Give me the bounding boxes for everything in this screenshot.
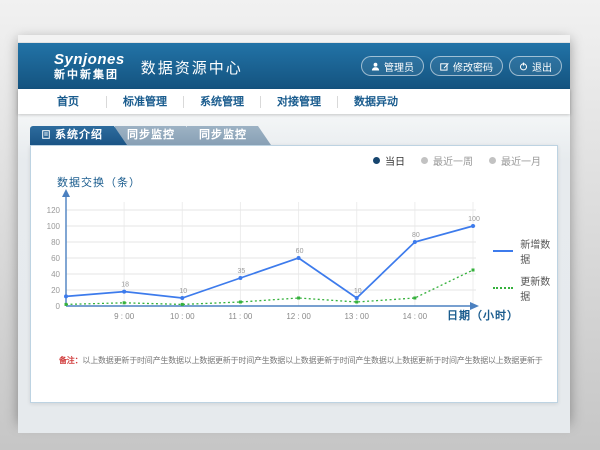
- svg-text:60: 60: [51, 254, 60, 263]
- window-top-strip: [18, 35, 570, 43]
- radio-last-month[interactable]: 最近一月: [489, 153, 541, 168]
- svg-text:18: 18: [121, 282, 129, 289]
- svg-text:10: 10: [179, 288, 187, 295]
- change-password-button[interactable]: 修改密码: [430, 56, 503, 76]
- document-icon: [42, 127, 50, 146]
- svg-text:35: 35: [238, 268, 246, 275]
- chart-panel: 0 20 40 60 80 100 120 9 : 00 10 : 00 11 : 00 12 : …: [30, 145, 558, 403]
- radio-today-label: 当日: [385, 153, 405, 168]
- dotted-line-sample-icon: [493, 287, 513, 289]
- tab-bar: 系统介绍 同步监控 同步监控: [30, 126, 570, 145]
- svg-text:60: 60: [296, 248, 304, 255]
- svg-text:11 : 00: 11 : 00: [228, 312, 252, 321]
- header-actions: 管理员 修改密码 退出: [361, 56, 562, 76]
- user-icon: [371, 62, 380, 71]
- change-password-label: 修改密码: [453, 59, 493, 74]
- legend-item-updated-data: 更新数据: [493, 273, 557, 303]
- nav-item-standard-mgmt[interactable]: 标准管理: [107, 96, 184, 108]
- svg-text:12 : 00: 12 : 00: [286, 312, 311, 321]
- legend-label: 新增数据: [520, 236, 557, 266]
- legend-item-new-data: 新增数据: [493, 236, 557, 266]
- logo-subtitle: 新中新集团: [54, 70, 125, 81]
- radio-dot-icon: [489, 157, 496, 164]
- footnote-prefix: 备注：: [59, 356, 82, 365]
- desktop-background: { "header": { "logo_name": "Synjones", "…: [0, 0, 600, 450]
- time-range-filter: 当日 最近一周 最近一月: [373, 153, 541, 168]
- radio-last-week[interactable]: 最近一周: [421, 153, 473, 168]
- footnote: 备注：以上数据更新于时间产生数据以上数据更新于时间产生数据以上数据更新于时间产生…: [59, 355, 553, 366]
- tab-label: 同步监控: [127, 129, 175, 141]
- admin-user-label: 管理员: [384, 59, 414, 74]
- svg-text:120: 120: [47, 206, 61, 215]
- logo-name: Synjones: [54, 52, 125, 67]
- svg-text:20: 20: [51, 286, 60, 295]
- radio-last-week-label: 最近一周: [433, 153, 473, 168]
- svg-text:100: 100: [47, 222, 61, 231]
- radio-dot-icon: [421, 157, 428, 164]
- tab-label: 同步监控: [199, 129, 247, 141]
- svg-text:40: 40: [51, 270, 60, 279]
- tab-sync-monitor-2[interactable]: 同步监控: [187, 126, 271, 145]
- svg-text:10 : 00: 10 : 00: [170, 312, 195, 321]
- main-nav: 首页 标准管理 系统管理 对接管理 数据异动: [18, 89, 570, 114]
- svg-text:80: 80: [51, 238, 60, 247]
- legend-label: 更新数据: [520, 273, 557, 303]
- svg-text:10: 10: [354, 288, 362, 295]
- svg-text:13 : 00: 13 : 00: [344, 312, 369, 321]
- power-icon: [519, 62, 528, 71]
- nav-item-system-mgmt[interactable]: 系统管理: [184, 96, 261, 108]
- company-logo: Synjones 新中新集团: [54, 52, 125, 81]
- logout-label: 退出: [532, 59, 552, 74]
- nav-item-data-change[interactable]: 数据异动: [338, 96, 414, 108]
- edit-icon: [440, 62, 449, 71]
- radio-today[interactable]: 当日: [373, 153, 405, 168]
- logout-button[interactable]: 退出: [509, 56, 562, 76]
- y-axis-label: 数据交换（条）: [57, 174, 141, 190]
- svg-text:0: 0: [56, 302, 61, 311]
- svg-text:9 : 00: 9 : 00: [114, 312, 135, 321]
- chart-legend: 新增数据 更新数据: [493, 236, 557, 310]
- admin-user-button[interactable]: 管理员: [361, 56, 424, 76]
- nav-item-docking-mgmt[interactable]: 对接管理: [261, 96, 338, 108]
- line-sample-icon: [493, 250, 513, 252]
- app-header: Synjones 新中新集团 数据资源中心 管理员 修改密码 退出: [18, 43, 570, 89]
- app-window: Synjones 新中新集团 数据资源中心 管理员 修改密码 退出: [18, 35, 570, 420]
- content-area: 系统介绍 同步监控 同步监控 0 20 40 60 80 100 120 9 : 00 10 :…: [18, 114, 570, 433]
- radio-last-month-label: 最近一月: [501, 153, 541, 168]
- footnote-text: 以上数据更新于时间产生数据以上数据更新于时间产生数据以上数据更新于时间产生数据以…: [82, 356, 542, 365]
- svg-text:80: 80: [412, 232, 420, 239]
- tab-system-intro[interactable]: 系统介绍: [30, 126, 127, 145]
- tab-label: 系统介绍: [55, 129, 103, 141]
- svg-text:100: 100: [468, 216, 480, 223]
- nav-item-home[interactable]: 首页: [30, 96, 107, 108]
- radio-dot-icon: [373, 157, 380, 164]
- svg-text:14 : 00: 14 : 00: [403, 312, 428, 321]
- tab-sync-monitor-1[interactable]: 同步监控: [115, 126, 199, 145]
- app-title: 数据资源中心: [141, 55, 243, 78]
